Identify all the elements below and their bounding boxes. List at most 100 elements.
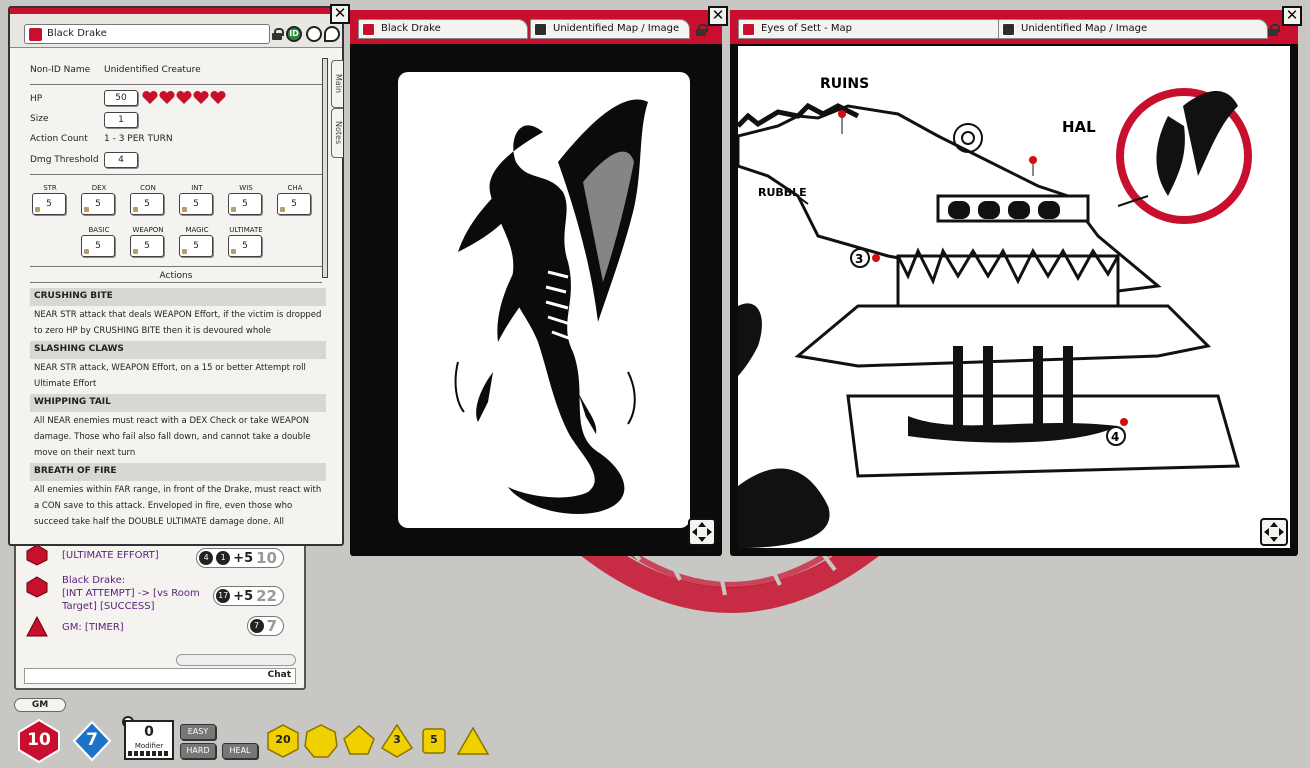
tab-label: Unidentified Map / Image: [553, 23, 680, 34]
chat-message-int-attempt: Black Drake: [INT ATTEMPT] -> [vs Room T…: [62, 575, 200, 612]
d4-roll-button[interactable]: 7: [72, 718, 112, 764]
actions-list: CRUSHING BITE NEAR STR attack that deals…: [30, 288, 326, 530]
npc-icon: [29, 28, 42, 41]
roll-result-chip[interactable]: 4 1 +5 10: [196, 548, 284, 568]
close-button[interactable]: ✕: [1282, 6, 1302, 26]
d20-icon: [26, 576, 48, 598]
d10-yellow-die[interactable]: [342, 724, 376, 758]
die-result: 1: [216, 551, 231, 565]
chat-input[interactable]: Chat: [24, 668, 296, 684]
stat-value[interactable]: 5: [228, 193, 262, 215]
heart-icons: [142, 90, 226, 104]
stat-value[interactable]: 5: [130, 193, 164, 215]
effort-value[interactable]: 5: [179, 235, 213, 257]
divider: [30, 266, 322, 267]
effort-magic[interactable]: MAGIC 5: [179, 226, 215, 257]
action-name[interactable]: SLASHING CLAWS: [30, 341, 326, 359]
d20-roll-button[interactable]: 10: [16, 718, 62, 764]
effort-value[interactable]: 5: [130, 235, 164, 257]
actions-heading: Actions: [159, 271, 193, 281]
stat-str[interactable]: STR 5: [32, 184, 68, 215]
action-description[interactable]: NEAR STR attack, WEAPON Effort, on a 15 …: [30, 359, 326, 394]
stat-dex[interactable]: DEX 5: [81, 184, 117, 215]
d8-yellow-die[interactable]: 3: [380, 723, 414, 758]
modifier-box[interactable]: 0 Modifier: [124, 720, 174, 760]
dmg-threshold-field[interactable]: 4: [104, 152, 138, 168]
effort-ultimate[interactable]: ULTIMATE 5: [228, 226, 264, 257]
tab-black-drake[interactable]: Black Drake: [358, 19, 528, 39]
hp-field[interactable]: 50: [104, 90, 138, 106]
image-viewport[interactable]: [358, 46, 714, 548]
d6-yellow-die[interactable]: 5: [420, 724, 448, 758]
action-name[interactable]: WHIPPING TAIL: [30, 394, 326, 412]
easy-button[interactable]: EASY: [180, 724, 216, 740]
stat-value[interactable]: 5: [81, 193, 115, 215]
token-icon[interactable]: [306, 26, 322, 42]
chat-mode-dropdown[interactable]: [176, 654, 296, 666]
chat-window: [ULTIMATE EFFORT] 4 1 +5 10 Black Drake:…: [14, 538, 306, 690]
stat-label: INT: [191, 184, 203, 192]
close-button[interactable]: ✕: [330, 4, 350, 24]
map-viewport[interactable]: RUINS HAL RUBBLE 3 4: [736, 46, 1290, 548]
resize-grid-button[interactable]: [1260, 518, 1288, 546]
hard-button[interactable]: HARD: [180, 743, 216, 759]
identified-toggle[interactable]: ID: [286, 26, 302, 42]
hp-label: HP: [30, 94, 43, 104]
action-count-value[interactable]: 1 - 3 PER TURN: [104, 134, 173, 144]
action-description[interactable]: All enemies within FAR range, in front o…: [30, 481, 326, 530]
tab-unidentified-image[interactable]: Unidentified Map / Image: [530, 19, 690, 39]
d12-yellow-die[interactable]: [304, 724, 338, 758]
stat-value[interactable]: 5: [277, 193, 311, 215]
roll-modifier: +5: [233, 550, 254, 566]
lock-icon[interactable]: [1268, 24, 1280, 36]
stat-con[interactable]: CON 5: [130, 184, 166, 215]
effort-basic[interactable]: BASIC 5: [81, 226, 117, 257]
action-description[interactable]: All NEAR enemies must react with a DEX C…: [30, 412, 326, 463]
d20-yellow-die[interactable]: 20: [266, 724, 300, 758]
tab-notes[interactable]: Notes: [331, 108, 343, 158]
d4-yellow-die[interactable]: [456, 724, 490, 758]
stat-value[interactable]: 5: [179, 193, 213, 215]
stat-int[interactable]: INT 5: [179, 184, 215, 215]
size-field[interactable]: 1: [104, 112, 138, 128]
action-name[interactable]: CRUSHING BITE: [30, 288, 326, 306]
stat-wis[interactable]: WIS 5: [228, 184, 264, 215]
roll-result-chip[interactable]: 7 7: [246, 616, 284, 636]
heal-button[interactable]: HEAL: [222, 743, 258, 759]
speech-icon[interactable]: [324, 26, 340, 42]
action-name[interactable]: BREATH OF FIRE: [30, 463, 326, 481]
tab-unidentified-map[interactable]: Unidentified Map / Image: [998, 19, 1268, 39]
d10-icon: [343, 725, 375, 755]
close-button[interactable]: ✕: [708, 6, 728, 26]
roll-result-chip[interactable]: 17 +5 22: [213, 586, 284, 606]
effort-value[interactable]: 5: [81, 235, 115, 257]
effort-value[interactable]: 5: [228, 235, 262, 257]
tab-label: Black Drake: [381, 23, 441, 34]
stat-label: WIS: [239, 184, 253, 192]
map-marker-3: 3: [855, 252, 863, 266]
stat-cha[interactable]: CHA 5: [277, 184, 313, 215]
roll-modifier: +5: [233, 588, 254, 604]
scrollbar[interactable]: [322, 58, 328, 278]
roll-total: 10: [256, 549, 277, 567]
chat-send-label: Chat: [267, 670, 291, 680]
tab-main[interactable]: Main: [331, 60, 343, 108]
lock-icon[interactable]: [272, 28, 284, 40]
tab-label: Eyes of Sett - Map: [761, 23, 853, 34]
action-description[interactable]: NEAR STR attack that deals WEAPON Effort…: [30, 306, 326, 341]
image-titlebar: Black Drake Unidentified Map / Image: [350, 10, 722, 44]
d12-icon: [304, 724, 338, 758]
gm-identity-tag[interactable]: GM: [14, 698, 66, 712]
map-marker-4: 4: [1111, 430, 1119, 444]
effort-label: ULTIMATE: [229, 226, 263, 234]
lock-icon[interactable]: [696, 24, 708, 36]
map-label-hal: HAL: [1062, 118, 1096, 136]
npc-name-field[interactable]: Black Drake: [24, 24, 270, 44]
stat-value[interactable]: 5: [32, 193, 66, 215]
effort-weapon[interactable]: WEAPON 5: [130, 226, 166, 257]
tab-eyes-of-sett-map[interactable]: Eyes of Sett - Map: [738, 19, 1006, 39]
id-icon: [1002, 23, 1015, 36]
nonid-name-value[interactable]: Unidentified Creature: [104, 65, 201, 75]
size-label: Size: [30, 114, 49, 124]
resize-grid-button[interactable]: [688, 518, 716, 546]
